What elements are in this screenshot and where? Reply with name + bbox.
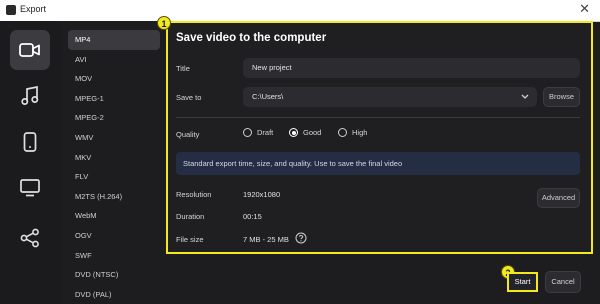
monitor-icon xyxy=(20,179,40,197)
format-item[interactable]: MPEG-1 xyxy=(68,89,160,109)
save-settings-panel: Save video to the computer Title New pro… xyxy=(166,21,593,254)
format-list: MP4 AVI MOV MPEG-1 MPEG-2 WMV MKV FLV M2… xyxy=(62,21,164,304)
file-size-label: File size xyxy=(176,235,204,244)
format-item[interactable]: WebM xyxy=(68,206,160,226)
format-item[interactable]: AVI xyxy=(68,50,160,70)
phone-icon xyxy=(23,132,37,152)
file-size-value: 7 MB - 25 MB xyxy=(243,235,289,244)
share-icon xyxy=(20,228,40,248)
radio-draft[interactable] xyxy=(243,128,252,137)
chevron-down-icon xyxy=(521,87,529,107)
quality-good-label: Good xyxy=(303,128,322,137)
help-icon[interactable] xyxy=(295,232,307,244)
nav-share-button[interactable] xyxy=(10,218,50,258)
title-input[interactable]: New project xyxy=(243,58,580,78)
save-to-path: C:\Users\ xyxy=(252,92,284,101)
callout-badge-1: 1 xyxy=(157,16,171,30)
quality-option-draft[interactable]: Draft xyxy=(243,128,273,137)
start-button[interactable]: Start xyxy=(507,272,538,292)
browse-button[interactable]: Browse xyxy=(543,87,580,107)
app-icon xyxy=(6,5,16,15)
quality-info-box: Standard export time, size, and quality.… xyxy=(176,152,580,175)
format-item[interactable]: OGV xyxy=(68,226,160,246)
format-item[interactable]: M2TS (H.264) xyxy=(68,187,160,207)
quality-draft-label: Draft xyxy=(257,128,274,137)
resolution-value: 1920x1080 xyxy=(243,190,281,199)
save-to-label: Save to xyxy=(176,93,202,102)
format-item[interactable]: MP4 xyxy=(68,30,160,50)
radio-good[interactable] xyxy=(289,128,298,137)
close-icon[interactable]: ✕ xyxy=(579,2,590,17)
resolution-label: Resolution xyxy=(176,190,212,199)
panel-heading: Save video to the computer xyxy=(176,32,327,44)
format-item[interactable]: WMV xyxy=(68,128,160,148)
music-note-icon xyxy=(21,86,39,106)
cancel-button[interactable]: Cancel xyxy=(545,271,581,293)
format-item[interactable]: MPEG-2 xyxy=(68,108,160,128)
duration-label: Duration xyxy=(176,212,205,221)
format-item[interactable]: DVD (NTSC) xyxy=(68,265,160,285)
quality-label: Quality xyxy=(176,130,200,139)
save-to-dropdown[interactable]: C:\Users\ xyxy=(243,87,537,107)
nav-tv-button[interactable] xyxy=(10,168,50,208)
duration-value: 00:15 xyxy=(243,212,262,221)
export-target-sidebar xyxy=(0,21,62,304)
divider xyxy=(176,117,580,118)
quality-high-label: High xyxy=(352,128,368,137)
window-title: Export xyxy=(20,4,47,14)
video-camera-icon xyxy=(19,42,41,58)
advanced-button[interactable]: Advanced xyxy=(537,188,580,208)
nav-device-button[interactable] xyxy=(10,122,50,162)
quality-option-good[interactable]: Good xyxy=(289,128,321,137)
nav-video-button[interactable] xyxy=(10,30,50,70)
radio-high[interactable] xyxy=(338,128,347,137)
format-item[interactable]: MKV xyxy=(68,148,160,168)
format-item[interactable]: SWF xyxy=(68,246,160,266)
quality-option-high[interactable]: High xyxy=(338,128,367,137)
title-label: Title xyxy=(176,64,190,73)
format-item[interactable]: MOV xyxy=(68,69,160,89)
format-item[interactable]: DVD (PAL) xyxy=(68,285,160,304)
window-titlebar: Export ✕ xyxy=(0,0,600,22)
nav-audio-button[interactable] xyxy=(10,76,50,116)
format-item[interactable]: FLV xyxy=(68,167,160,187)
